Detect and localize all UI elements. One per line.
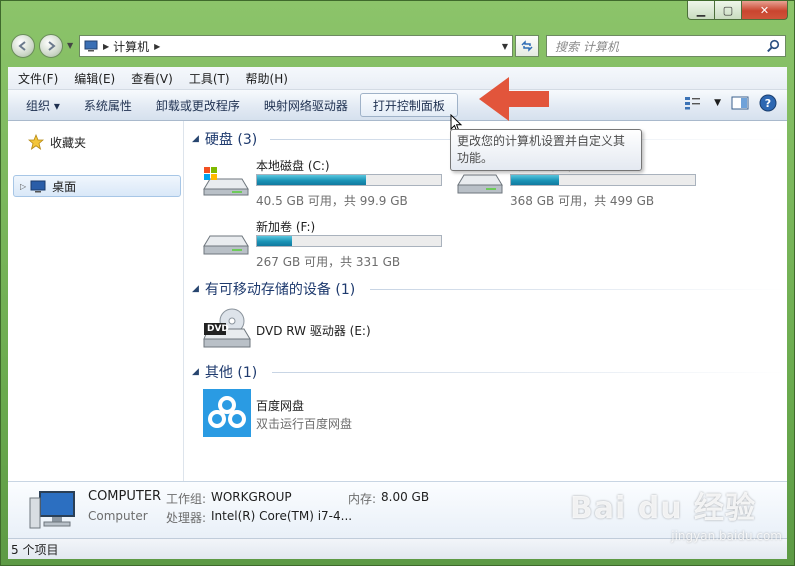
group-title: 硬盘 (3) [204, 132, 258, 148]
search-icon[interactable] [766, 39, 780, 53]
breadcrumb-computer[interactable]: 计算机 [113, 38, 149, 55]
cpu-value: Intel(R) Core(TM) i7-4... [211, 509, 353, 523]
organize-button[interactable]: 组织 ▾ [8, 93, 72, 117]
refresh-button[interactable] [515, 35, 539, 57]
navigation-pane: 收藏夹 ▷ 桌面 [8, 121, 184, 481]
item-name: 百度网盘 [256, 399, 305, 413]
expand-icon[interactable]: ▷ [20, 182, 26, 191]
preview-pane-icon[interactable] [731, 96, 749, 110]
breadcrumb-separator-icon[interactable]: ▶ [103, 42, 109, 51]
menu-bar: 文件(F) 编辑(E) 查看(V) 工具(T) 帮助(H) [8, 67, 787, 90]
group-divider [272, 372, 786, 373]
drive-usage-bar [256, 174, 442, 186]
drive-info: 267 GB 可用，共 331 GB [256, 255, 401, 269]
main-pane: ◢ 硬盘 (3) 本地磁盘 (C:) 40.5 GB 可用，共 99.9 GB [184, 121, 787, 481]
arrow-right-icon [48, 41, 56, 51]
nav-desktop-label: 桌面 [52, 179, 77, 194]
drive-usage-bar [510, 174, 696, 186]
view-controls: ▼ ? [684, 94, 777, 112]
computer-icon [84, 40, 98, 52]
breadcrumb-separator-icon[interactable]: ▶ [154, 42, 160, 51]
hard-drive-icon [203, 235, 249, 255]
computer-type: Computer [88, 509, 148, 523]
command-bar: 组织 ▾ 系统属性 卸载或更改程序 映射网络驱动器 打开控制面板 ▼ ? [8, 90, 787, 121]
drive-name: 新加卷 (F:) [256, 220, 316, 234]
dvd-drive[interactable]: DVD DVD RW 驱动器 (E:) [202, 305, 502, 355]
drive-name: 本地磁盘 (C:) [256, 159, 330, 173]
drive-info: 368 GB 可用，共 499 GB [510, 194, 655, 208]
drive-usage-bar [256, 235, 442, 247]
computer-name: COMPUTER [88, 489, 162, 504]
collapse-icon[interactable]: ◢ [192, 284, 199, 294]
collapse-icon[interactable]: ◢ [192, 134, 199, 144]
group-title: 其他 (1) [204, 365, 258, 381]
forward-button[interactable] [39, 34, 63, 58]
collapse-icon[interactable]: ◢ [192, 367, 199, 377]
content-area: 收藏夹 ▷ 桌面 ◢ 硬盘 (3) 本地磁盘 (C:) 40.5 GB 可用，共… [8, 121, 787, 481]
baidu-netdisk-item[interactable]: 百度网盘 双击运行百度网盘 [202, 389, 502, 439]
item-description: 双击运行百度网盘 [256, 417, 353, 431]
dvd-logo-label: DVD [207, 324, 229, 334]
arrow-left-icon [18, 41, 26, 51]
annotation-arrow-icon [479, 77, 549, 121]
drive-f[interactable]: 新加卷 (F:) 267 GB 可用，共 331 GB [202, 216, 452, 272]
drive-info: 40.5 GB 可用，共 99.9 GB [256, 194, 408, 208]
baidu-watermark-url: jingyan.baidu.com [671, 529, 782, 543]
view-dropdown-icon[interactable]: ▼ [714, 98, 721, 108]
group-divider [370, 289, 786, 290]
search-placeholder: 搜索 计算机 [555, 39, 619, 54]
menu-view[interactable]: 查看(V) [121, 70, 179, 87]
menu-file[interactable]: 文件(F) [8, 70, 64, 87]
nav-desktop[interactable]: ▷ 桌面 [13, 175, 181, 197]
workgroup-value: WORKGROUP [211, 490, 292, 504]
group-header-other[interactable]: ◢ 其他 (1) [192, 362, 786, 382]
menu-help[interactable]: 帮助(H) [236, 70, 294, 87]
search-input[interactable]: 搜索 计算机 [546, 35, 786, 57]
baidu-netdisk-icon [203, 389, 251, 437]
cpu-label: 处理器: [166, 511, 207, 525]
star-icon [28, 134, 44, 150]
minimize-button[interactable]: ▁ [687, 1, 715, 20]
maximize-button[interactable]: ▢ [715, 1, 742, 20]
group-title: 有可移动存储的设备 (1) [204, 282, 356, 298]
menu-tools[interactable]: 工具(T) [179, 70, 236, 87]
windows-drive-icon [203, 167, 249, 196]
open-control-panel-button[interactable]: 打开控制面板 [359, 93, 458, 117]
group-header-removable[interactable]: ◢ 有可移动存储的设备 (1) [192, 279, 786, 299]
nav-favorites-label: 收藏夹 [50, 135, 87, 150]
view-options-icon[interactable] [684, 96, 704, 110]
computer-icon [29, 491, 75, 529]
system-properties-button[interactable]: 系统属性 [72, 93, 144, 117]
group-header-hard-disks[interactable]: ◢ 硬盘 (3) [192, 129, 786, 149]
address-dropdown-icon[interactable]: ▼ [502, 42, 508, 51]
svg-text:?: ? [765, 97, 771, 110]
tooltip: 更改您的计算机设置并自定义其功能。 [450, 129, 642, 171]
workgroup-label: 工作组: [166, 492, 207, 506]
baidu-watermark: Bai du 经验 [569, 491, 756, 526]
drive-usage-fill [257, 236, 292, 246]
recent-pages-dropdown[interactable]: ▼ [67, 41, 73, 50]
address-bar[interactable]: ▶ 计算机 ▶ ▼ [79, 35, 513, 57]
memory-value: 8.00 GB [381, 490, 430, 504]
item-count: 5 个项目 [11, 542, 59, 557]
nav-favorites[interactable]: 收藏夹 [28, 131, 86, 153]
address-row: ▼ ▶ 计算机 ▶ ▼ 搜索 计算机 [1, 31, 794, 63]
close-button[interactable]: ✕ [742, 1, 788, 20]
uninstall-program-button[interactable]: 卸载或更改程序 [144, 93, 252, 117]
memory-label: 内存: [348, 492, 377, 506]
help-icon[interactable]: ? [759, 94, 777, 112]
back-button[interactable] [11, 34, 35, 58]
drive-c[interactable]: 本地磁盘 (C:) 40.5 GB 可用，共 99.9 GB [202, 155, 452, 211]
explorer-window: ▁ ▢ ✕ ▼ ▶ 计算机 ▶ ▼ 搜索 计算机 文件(F) 编辑(E) 查看(… [0, 0, 795, 566]
refresh-icon [521, 40, 533, 52]
drive-usage-fill [511, 175, 559, 185]
drive-usage-fill [257, 175, 366, 185]
dvd-drive-name: DVD RW 驱动器 (E:) [256, 324, 371, 338]
menu-edit[interactable]: 编辑(E) [64, 70, 121, 87]
caption-buttons: ▁ ▢ ✕ [687, 1, 788, 20]
map-network-drive-button[interactable]: 映射网络驱动器 [252, 93, 360, 117]
desktop-icon [30, 180, 46, 192]
